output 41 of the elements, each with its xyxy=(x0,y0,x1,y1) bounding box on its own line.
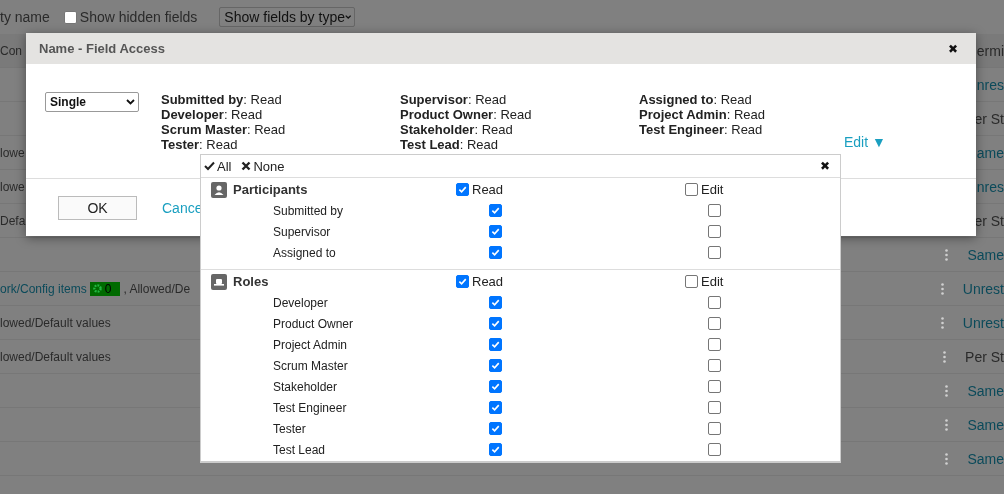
checkbox-label: Read xyxy=(472,182,504,197)
access-summary: Scrum Master: Read xyxy=(161,122,287,137)
item-label: Test Lead xyxy=(273,442,326,457)
item-label: Developer xyxy=(273,295,328,310)
access-summary: Stakeholder: Read xyxy=(400,122,514,137)
access-summary: Assigned to: Read xyxy=(639,92,753,107)
access-summary: Product Owner: Read xyxy=(400,107,533,122)
item-label: Tester xyxy=(273,421,306,436)
access-summary: Test Engineer: Read xyxy=(639,122,764,137)
item-label: Assigned to xyxy=(273,245,336,260)
dialog-title: Name - Field Access xyxy=(39,41,165,56)
group-title: Roles xyxy=(233,274,269,289)
table-cell: lowed/Default values xyxy=(0,349,111,364)
table-cell: lowed/Default values xyxy=(0,315,111,330)
column-header: ermi xyxy=(975,42,1004,59)
checkbox-label: Edit xyxy=(701,274,724,289)
item-label: Submitted by xyxy=(273,203,344,218)
table-cell: lowe xyxy=(0,179,25,194)
item-label: Product Owner xyxy=(273,316,354,331)
item-label: Project Admin xyxy=(273,337,348,352)
table-cell: Per St xyxy=(965,348,1004,365)
table-cell: , Allowed/De xyxy=(123,281,191,296)
item-label: Supervisor xyxy=(273,224,331,239)
table-cell: lowe xyxy=(0,145,25,160)
item-label: Scrum Master xyxy=(273,358,348,373)
access-summary: Supervisor: Read xyxy=(400,92,508,107)
table-cell: Defa xyxy=(0,213,26,228)
item-label: Stakeholder xyxy=(273,379,338,394)
access-summary: Submitted by: Read xyxy=(161,92,283,107)
checkbox-label: Show hidden fields xyxy=(79,9,198,25)
access-summary: Project Admin: Read xyxy=(639,107,766,122)
access-summary: Test Lead: Read xyxy=(400,137,500,152)
access-summary: Developer: Read xyxy=(161,107,264,122)
checkbox-label: Edit xyxy=(701,182,724,197)
field-label: ty name xyxy=(0,9,50,25)
checkbox-label: Read xyxy=(472,274,504,289)
item-label: Test Engineer xyxy=(273,400,347,415)
column-header: Con xyxy=(0,43,22,58)
group-title: Participants xyxy=(233,182,308,197)
access-summary: Tester: Read xyxy=(161,137,239,152)
count-badge: 0 xyxy=(89,281,121,296)
